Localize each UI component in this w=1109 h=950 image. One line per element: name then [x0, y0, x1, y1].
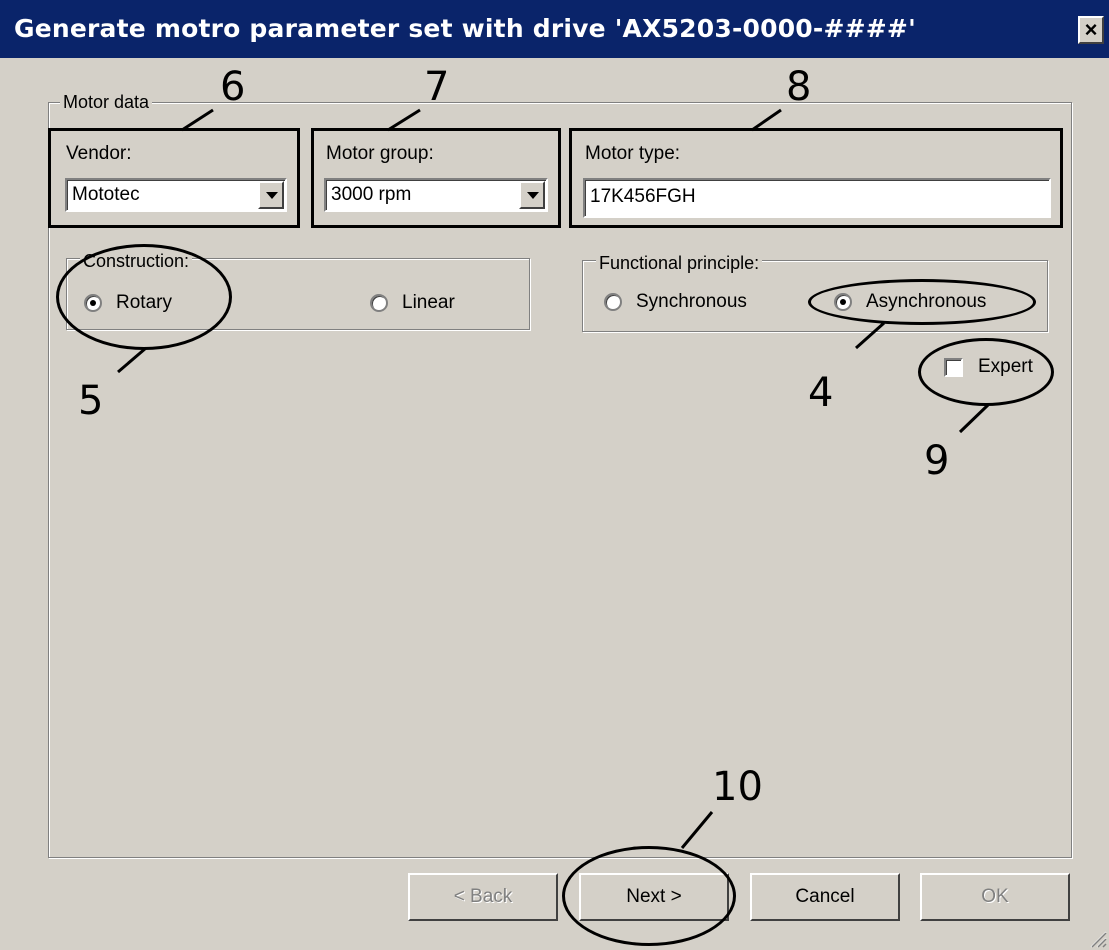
callout-7: 7: [424, 64, 450, 110]
callout-9: 9: [924, 438, 950, 484]
callout-10: 10: [712, 764, 763, 810]
callout-5: 5: [78, 378, 104, 424]
callout-6: 6: [220, 64, 246, 110]
callout-8: 8: [786, 64, 812, 110]
callout-4: 4: [808, 370, 834, 416]
